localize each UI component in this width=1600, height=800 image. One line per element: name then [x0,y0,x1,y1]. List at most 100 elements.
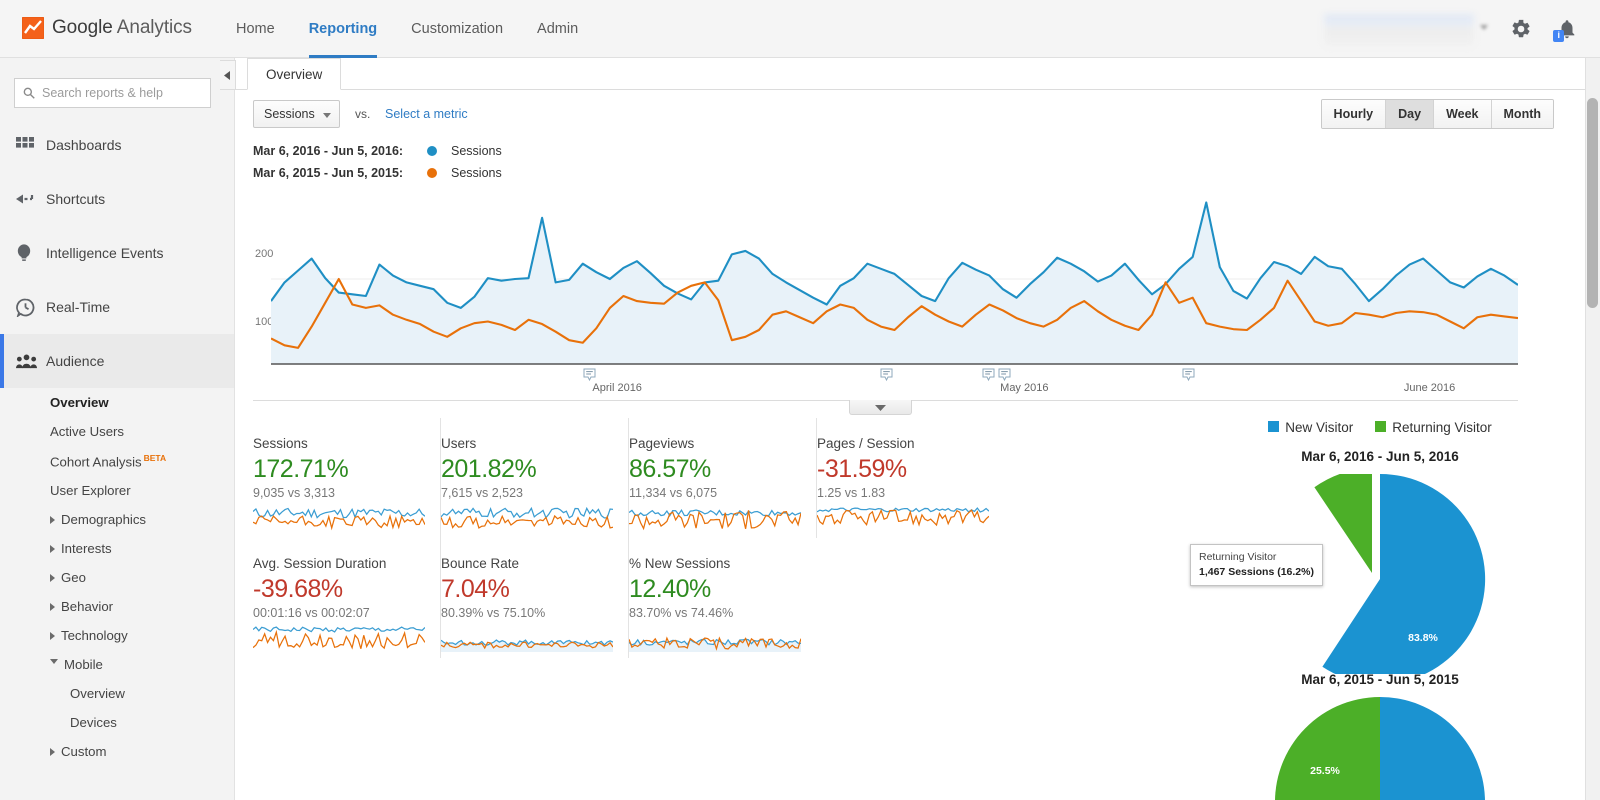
sidebar-item-mobile-devices[interactable]: Devices [0,708,234,737]
chart-annotation-marker[interactable] [880,368,893,383]
sidebar-item-audience[interactable]: Audience [0,334,234,388]
svg-text:83.8%: 83.8% [1408,632,1438,644]
select-a-metric-link[interactable]: Select a metric [385,107,468,121]
sidebar-item-intelligence-events[interactable]: Intelligence Events [0,226,234,280]
realtime-icon [16,298,46,317]
sidebar-item-technology[interactable]: Technology [0,621,234,650]
sidebar-item-mobile-overview[interactable]: Overview [0,679,234,708]
nav-customization[interactable]: Customization [411,0,503,58]
metric-name: Sessions [253,436,440,451]
sidebar-item-user-explorer[interactable]: User Explorer [0,476,234,505]
metric-card-sessions[interactable]: Sessions 172.71% 9,035 vs 3,313 [253,418,441,538]
metric-comparison: 9,035 vs 3,313 [253,486,440,500]
pie-legend: New Visitor Returning Visitor [1170,420,1590,435]
bell-icon[interactable]: i [1556,18,1578,43]
nav-admin[interactable]: Admin [537,0,578,58]
x-axis-label-may: May 2016 [1000,382,1048,394]
metric-cards-row-2: Avg. Session Duration -39.68% 00:01:16 v… [253,538,1013,658]
metric-comparison: 1.25 vs 1.83 [817,486,1005,500]
metric-card-percent-new-sessions[interactable]: % New Sessions 12.40% 83.70% vs 74.46% [629,538,817,658]
sidebar-item-cohort-analysis[interactable]: Cohort AnalysisBETA [0,446,234,476]
granularity-month[interactable]: Month [1492,100,1553,128]
sidebar-item-label: Mobile [64,657,103,672]
pie-chart-previous[interactable]: 25.5% 74.5% [1170,697,1590,800]
chart-collapse-handle[interactable] [849,400,912,415]
legend-date-range: Mar 6, 2016 - Jun 5, 2016: [253,144,413,158]
sidebar-item-real-time[interactable]: Real-Time [0,280,234,334]
intelligence-icon [16,244,46,263]
sidebar-item-label: Active Users [50,424,124,439]
nav-home[interactable]: Home [236,0,275,58]
metric-card-pageviews[interactable]: Pageviews 86.57% 11,334 vs 6,075 [629,418,817,538]
svg-text:25.5%: 25.5% [1310,765,1340,777]
chart-legend: Mar 6, 2016 - Jun 5, 2016: Sessions Mar … [253,140,502,184]
metric-card-users[interactable]: Users 201.82% 7,615 vs 2,523 [441,418,629,538]
scrollbar-thumb[interactable] [1587,98,1598,308]
legend-color-dot [427,168,437,178]
legend-label: Returning Visitor [1392,420,1492,435]
nav-reporting[interactable]: Reporting [309,0,377,58]
account-selector[interactable] [1324,14,1474,46]
search-input[interactable] [14,78,211,108]
metric-card-pages-per-session[interactable]: Pages / Session -31.59% 1.25 vs 1.83 [817,418,1005,538]
granularity-day[interactable]: Day [1386,100,1434,128]
sidebar-item-overview[interactable]: Overview [0,388,234,417]
sidebar-collapse-button[interactable] [220,60,236,90]
brand-logo[interactable]: Google Analytics [22,17,192,39]
sparkline [441,502,613,532]
pie-legend-new-visitor[interactable]: New Visitor [1268,420,1353,435]
sessions-timeseries-chart[interactable]: 200 100 April 2016 May 2016 June 2016 [253,186,1518,401]
sparkline [817,502,989,532]
sidebar-item-custom[interactable]: Custom [0,737,234,766]
metric-card-avg-session-duration[interactable]: Avg. Session Duration -39.68% 00:01:16 v… [253,538,441,658]
sidebar-item-mobile[interactable]: Mobile [0,650,234,679]
page-scrollbar[interactable] [1585,58,1600,800]
metric-select[interactable]: Sessions [253,100,340,128]
chart-annotation-marker[interactable] [998,368,1011,383]
sidebar-item-interests[interactable]: Interests [0,534,234,563]
chevron-down-icon [50,659,58,668]
metric-change: 201.82% [441,455,628,484]
chevron-right-icon [50,545,55,553]
legend-metric-name: Sessions [451,166,502,180]
shortcuts-icon [16,192,46,206]
sidebar-item-active-users[interactable]: Active Users [0,417,234,446]
sidebar-item-label: Overview [70,686,125,701]
chevron-down-icon[interactable] [1480,25,1488,30]
sidebar-item-behavior[interactable]: Behavior [0,592,234,621]
vs-label: vs. [355,107,370,121]
metric-change: 86.57% [629,455,816,484]
sidebar-item-label: Intelligence Events [46,245,164,261]
sidebar: Dashboards Shortcuts Intelligence Ev [0,58,235,800]
granularity-week[interactable]: Week [1434,100,1491,128]
brand-text: Google Analytics [52,17,192,39]
sidebar-item-label: Geo [61,570,86,585]
metric-card-bounce-rate[interactable]: Bounce Rate 7.04% 80.39% vs 75.10% [441,538,629,658]
metric-name: Avg. Session Duration [253,556,440,571]
sidebar-item-dashboards[interactable]: Dashboards [0,118,234,172]
visitor-type-section: New Visitor Returning Visitor Mar 6, 201… [1170,420,1590,800]
pie-tooltip: Returning Visitor 1,467 Sessions (16.2%) [1190,544,1323,586]
gear-icon[interactable] [1510,18,1532,43]
chart-annotation-marker[interactable] [583,368,596,383]
sidebar-item-label: Audience [46,353,104,369]
tab-overview[interactable]: Overview [247,58,341,90]
chart-plot-area [271,186,1518,370]
x-axis-label-june: June 2016 [1404,382,1455,394]
metric-comparison: 83.70% vs 74.46% [629,606,817,620]
granularity-hourly[interactable]: Hourly [1322,100,1387,128]
sidebar-item-label: Devices [70,715,117,730]
metric-comparison: 80.39% vs 75.10% [441,606,628,620]
tooltip-title: Returning Visitor [1199,550,1314,565]
sidebar-item-geo[interactable]: Geo [0,563,234,592]
chart-annotation-marker[interactable] [1182,368,1195,383]
pie-legend-returning-visitor[interactable]: Returning Visitor [1375,420,1492,435]
sidebar-item-label: Demographics [61,512,146,527]
collapse-left-icon [224,68,231,83]
search-icon [22,86,36,103]
metric-change: 7.04% [441,575,628,604]
sidebar-item-demographics[interactable]: Demographics [0,505,234,534]
chart-annotation-marker[interactable] [982,368,995,383]
sidebar-item-shortcuts[interactable]: Shortcuts [0,172,234,226]
brand-bold: Google [52,17,113,38]
